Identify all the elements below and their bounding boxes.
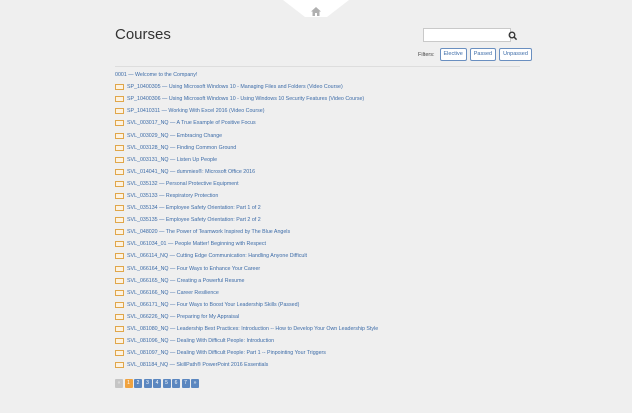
course-list-item: SVL_048020 — The Power of Teamwork Inspi… [115, 226, 520, 238]
package-icon [115, 229, 124, 236]
pagination-next-button[interactable]: » [191, 379, 199, 388]
package-icon [115, 217, 124, 224]
package-icon [115, 96, 124, 103]
course-list-item: SVL_066171_NQ — Four Ways to Boost Your … [115, 299, 520, 311]
course-link[interactable]: SP_10400306 — Using Microsoft Windows 10… [127, 96, 364, 102]
course-list-item: SP_10400306 — Using Microsoft Windows 10… [115, 93, 520, 105]
package-icon [115, 168, 124, 175]
course-link[interactable]: SVL_081097_NQ — Dealing With Difficult P… [127, 350, 326, 356]
course-list-item: SVL_035132 — Personal Protective Equipme… [115, 178, 520, 190]
package-icon [115, 289, 124, 296]
course-list-item: SVL_061034_01 — People Matter! Beginning… [115, 238, 520, 250]
course-link[interactable]: SVL_003131_NQ — Listen Up People [127, 157, 217, 163]
header-divider [115, 66, 520, 67]
package-icon [115, 205, 124, 212]
search-input[interactable] [423, 28, 511, 42]
course-list-item: SP_10410311 — Working With Excel 2016 (V… [115, 105, 520, 117]
filter-passed-button[interactable]: Passed [469, 48, 497, 61]
course-link[interactable]: SVL_035132 — Personal Protective Equipme… [127, 181, 239, 187]
course-list-item: SVL_003131_NQ — Listen Up People [115, 154, 520, 166]
course-link[interactable]: SP_10400305 — Using Microsoft Windows 10… [127, 84, 343, 90]
course-list-item: SVL_066165_NQ — Creating a Powerful Resu… [115, 275, 520, 287]
course-link[interactable]: SVL_066226_NQ — Preparing for My Apprais… [127, 314, 239, 320]
course-list-item: SVL_066114_NQ — Cutting Edge Communicati… [115, 250, 520, 262]
course-list-item: SVL_035133 — Respiratory Protection [115, 190, 520, 202]
package-icon [115, 253, 124, 260]
pagination-page-5[interactable]: 5 [162, 379, 171, 388]
course-link[interactable]: SVL_003128_NQ — Finding Common Ground [127, 145, 236, 151]
course-link[interactable]: SVL_035135 — Employee Safety Orientation… [127, 217, 261, 223]
package-icon [115, 192, 124, 199]
filters-bar: Filters: Elective Passed Unpassed [418, 48, 532, 61]
search-box [423, 28, 519, 42]
home-icon[interactable] [311, 3, 321, 16]
pagination-page-1[interactable]: 1 [124, 379, 133, 388]
pagination-prev-button[interactable]: « [115, 379, 123, 388]
pagination-page-6[interactable]: 6 [172, 379, 180, 388]
course-list-item: SVL_066226_NQ — Preparing for My Apprais… [115, 311, 520, 323]
course-list-item: SVL_003128_NQ — Finding Common Ground [115, 142, 520, 154]
course-link[interactable]: SVL_066164_NQ — Four Ways to Enhance You… [127, 266, 260, 272]
course-link[interactable]: SVL_014041_NQ — dummies®: Microsoft Offi… [127, 169, 255, 175]
pagination-page-4[interactable]: 4 [153, 379, 161, 388]
course-list-item: SVL_081096_NQ — Dealing With Difficult P… [115, 335, 520, 347]
package-icon [115, 350, 124, 357]
page-title: Courses [115, 26, 171, 43]
course-list: 0001 — Welcome to the Company! SP_1040030… [115, 69, 520, 371]
course-link[interactable]: SVL_081080_NQ — Leadership Best Practice… [127, 326, 378, 332]
course-list-item: SVL_035135 — Employee Safety Orientation… [115, 214, 520, 226]
package-icon [115, 362, 124, 369]
package-icon [115, 180, 124, 187]
course-list-item: SVL_081080_NQ — Leadership Best Practice… [115, 323, 520, 335]
course-list-item: 0001 — Welcome to the Company! [115, 69, 520, 81]
course-list-item: SVL_003029_NQ — Embracing Change [115, 129, 520, 141]
package-icon [115, 144, 124, 151]
package-icon [115, 277, 124, 284]
course-list-item: SVL_066164_NQ — Four Ways to Enhance You… [115, 263, 520, 275]
course-link[interactable]: 0001 — Welcome to the Company! [115, 72, 197, 78]
filter-elective-button[interactable]: Elective [439, 48, 467, 61]
pagination-page-7[interactable]: 7 [181, 379, 190, 388]
pagination: « 1 2 3 4 5 6 7 » [115, 379, 199, 388]
course-list-item: SVL_035134 — Employee Safety Orientation… [115, 202, 520, 214]
package-icon [115, 241, 124, 248]
course-list-item: SVL_081097_NQ — Dealing With Difficult P… [115, 347, 520, 359]
filters-label: Filters: [418, 51, 435, 58]
course-link[interactable]: SVL_066114_NQ — Cutting Edge Communicati… [127, 253, 307, 259]
course-list-item: SP_10400305 — Using Microsoft Windows 10… [115, 81, 520, 93]
pagination-page-2[interactable]: 2 [134, 379, 142, 388]
package-icon [115, 265, 124, 272]
course-link[interactable]: SVL_061034_01 — People Matter! Beginning… [127, 241, 266, 247]
course-list-item: SVL_066166_NQ — Career Resilience [115, 287, 520, 299]
course-link[interactable]: SVL_081184_NQ — SkillPath® PowerPoint 20… [127, 362, 268, 368]
package-icon [115, 156, 124, 163]
course-link[interactable]: SVL_003029_NQ — Embracing Change [127, 133, 222, 139]
package-icon [115, 326, 124, 333]
course-link[interactable]: SVL_035134 — Employee Safety Orientation… [127, 205, 261, 211]
course-list-item: SVL_014041_NQ — dummies®: Microsoft Offi… [115, 166, 520, 178]
course-list-item: SVL_003017_NQ — A True Example of Positi… [115, 117, 520, 129]
package-icon [115, 313, 124, 320]
course-link[interactable]: SP_10410311 — Working With Excel 2016 (V… [127, 108, 265, 114]
search-icon[interactable] [508, 29, 518, 41]
course-link[interactable]: SVL_066165_NQ — Creating a Powerful Resu… [127, 278, 244, 284]
course-link[interactable]: SVL_066171_NQ — Four Ways to Boost Your … [127, 302, 299, 308]
pagination-page-3[interactable]: 3 [143, 379, 152, 388]
package-icon [115, 132, 124, 139]
course-link[interactable]: SVL_048020 — The Power of Teamwork Inspi… [127, 229, 290, 235]
course-link[interactable]: SVL_066166_NQ — Career Resilience [127, 290, 219, 296]
course-link[interactable]: SVL_003017_NQ — A True Example of Positi… [127, 120, 256, 126]
course-link[interactable]: SVL_035133 — Respiratory Protection [127, 193, 218, 199]
course-link[interactable]: SVL_081096_NQ — Dealing With Difficult P… [127, 338, 274, 344]
filter-unpassed-button[interactable]: Unpassed [499, 48, 532, 61]
package-icon [115, 120, 124, 127]
package-icon [115, 301, 124, 308]
course-list-item: SVL_081184_NQ — SkillPath® PowerPoint 20… [115, 359, 520, 371]
package-icon [115, 338, 124, 345]
package-icon [115, 108, 124, 115]
package-icon [115, 84, 124, 91]
